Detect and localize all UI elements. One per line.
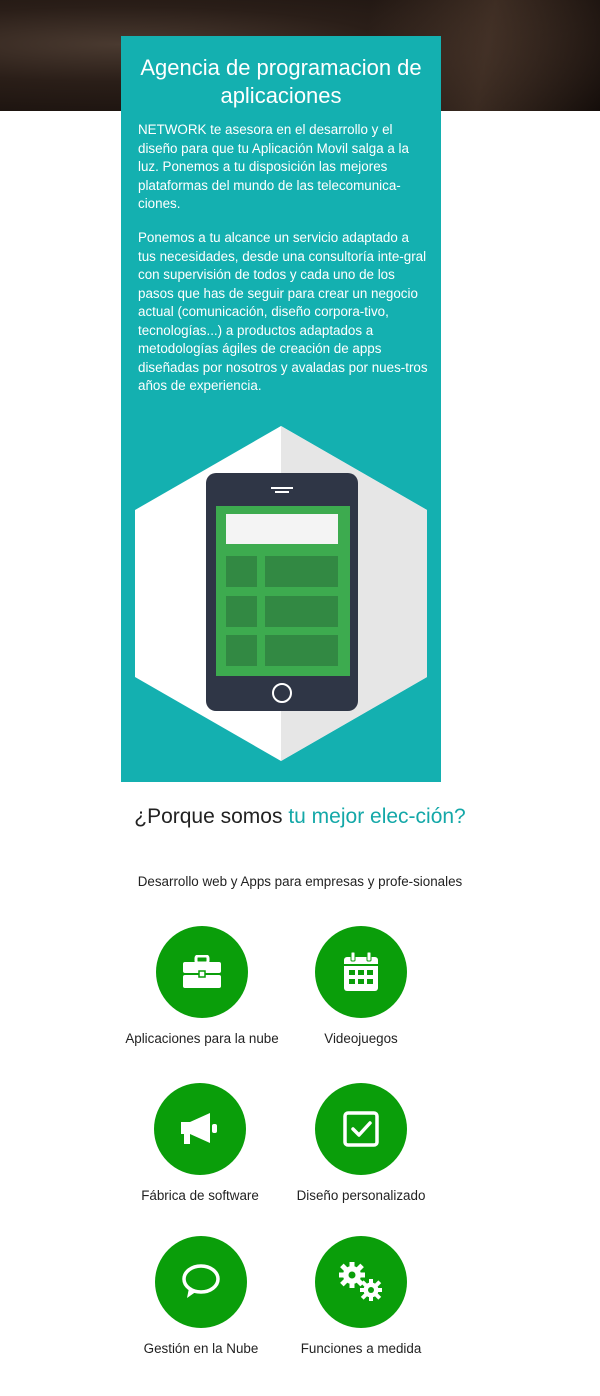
feature-label: Diseño personalizado [296,1188,426,1203]
intro-panel: Agencia de programacion de aplicaciones … [121,36,441,782]
why-us-title-text: ¿Porque somos [134,805,289,828]
intro-paragraph-2: Ponemos a tu alcance un servicio adaptad… [138,230,428,393]
feature-label: Fábrica de software [141,1188,259,1203]
feature-custom-functions: Funciones a medida [281,1236,441,1358]
feature-software-factory: Fábrica de software [120,1083,280,1205]
intro-paragraph-1: NETWORK te asesora en el desarrollo y el… [138,122,409,211]
why-us-subtitle: Desarrollo web y Apps para empresas y pr… [137,874,463,889]
calendar-icon [315,926,407,1018]
feature-label: Gestión en la Nube [143,1341,259,1356]
phone-icon [206,473,358,711]
why-us-title-accent: tu mejor elec-ción? [288,805,466,828]
feature-label: Funciones a medida [300,1341,422,1356]
gears-icon [315,1236,407,1328]
feature-label: Aplicaciones para la nube [125,1031,279,1046]
feature-cloud-apps: Aplicaciones para la nube [122,926,282,1048]
feature-label: Videojuegos [324,1031,398,1046]
checkbox-icon [315,1083,407,1175]
megaphone-icon [154,1083,246,1175]
feature-videogames: Videojuegos [281,926,441,1048]
feature-custom-design: Diseño personalizado [281,1083,441,1205]
feature-cloud-management: Gestión en la Nube [121,1236,281,1358]
briefcase-icon [156,926,248,1018]
chat-bubble-icon [155,1236,247,1328]
why-us-title: ¿Porque somos tu mejor elec-ción? [100,803,500,831]
mobile-app-illustration [135,426,427,761]
page-title: Agencia de programacion de aplicaciones [140,55,422,108]
